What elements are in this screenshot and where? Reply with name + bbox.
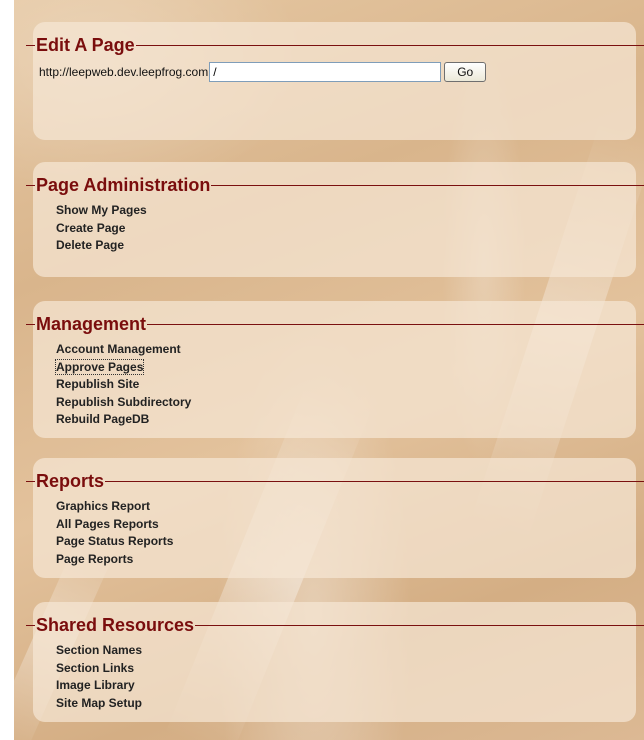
rule-line bbox=[211, 184, 644, 186]
account-management-link[interactable]: Account Management bbox=[56, 341, 191, 359]
url-prefix: http://leepweb.dev.leepfrog.com bbox=[39, 65, 209, 79]
link-label: Delete Page bbox=[56, 238, 125, 252]
republish-subdirectory-link[interactable]: Republish Subdirectory bbox=[56, 394, 191, 412]
page-administration-panel: Page Administration Show My Pages Create… bbox=[26, 162, 644, 277]
link-list: Show My Pages Create Page Delete Page bbox=[56, 202, 147, 255]
republish-site-link[interactable]: Republish Site bbox=[56, 376, 191, 394]
panel-title: Reports bbox=[36, 471, 105, 491]
image-library-link[interactable]: Image Library bbox=[56, 677, 142, 695]
rule-line bbox=[147, 323, 644, 325]
panel-header: Shared Resources bbox=[26, 614, 644, 636]
link-label: Section Names bbox=[56, 643, 143, 657]
reports-panel: Reports Graphics Report All Pages Report… bbox=[26, 458, 644, 578]
approve-pages-link[interactable]: Approve Pages bbox=[54, 358, 191, 377]
link-label: Page Status Reports bbox=[56, 534, 174, 548]
all-pages-reports-link[interactable]: All Pages Reports bbox=[56, 516, 173, 534]
panel-header: Page Administration bbox=[26, 174, 644, 196]
create-page-link[interactable]: Create Page bbox=[56, 220, 147, 238]
site-map-setup-link[interactable]: Site Map Setup bbox=[56, 695, 142, 713]
panel-header: Management bbox=[26, 313, 644, 335]
graphics-report-link[interactable]: Graphics Report bbox=[56, 498, 173, 516]
delete-page-link[interactable]: Delete Page bbox=[56, 237, 147, 255]
rule-line bbox=[195, 624, 644, 626]
rule-line bbox=[26, 480, 35, 482]
page-path-input[interactable] bbox=[209, 62, 442, 82]
rule-line bbox=[26, 44, 35, 46]
panel-title: Page Administration bbox=[36, 175, 211, 195]
panel-title: Management bbox=[36, 314, 147, 334]
section-links-link[interactable]: Section Links bbox=[56, 660, 142, 678]
edit-page-panel: Edit A Page http://leepweb.dev.leepfrog.… bbox=[26, 22, 644, 140]
link-list: Section Names Section Links Image Librar… bbox=[56, 642, 142, 712]
panel-header: Reports bbox=[26, 470, 644, 492]
panel-title: Shared Resources bbox=[36, 615, 195, 635]
link-label: All Pages Reports bbox=[56, 516, 159, 531]
link-label: Approve Pages bbox=[54, 358, 145, 375]
panel-title: Edit A Page bbox=[36, 35, 135, 55]
link-list: Graphics Report All Pages Reports Page S… bbox=[56, 498, 173, 568]
link-label: Section Links bbox=[56, 660, 135, 675]
rule-line bbox=[26, 624, 35, 626]
rule-line bbox=[105, 480, 644, 482]
url-row: http://leepweb.dev.leepfrog.com Go bbox=[39, 62, 487, 82]
rule-line bbox=[135, 44, 644, 46]
link-label: Page Reports bbox=[56, 551, 134, 566]
link-label: Show My Pages bbox=[56, 203, 147, 217]
page-reports-link[interactable]: Page Reports bbox=[56, 551, 173, 569]
link-label: Create Page bbox=[56, 220, 126, 235]
rule-line bbox=[26, 323, 35, 325]
section-names-link[interactable]: Section Names bbox=[56, 642, 142, 660]
link-label: Image Library bbox=[56, 678, 135, 692]
link-label: Republish Subdirectory bbox=[56, 394, 192, 409]
link-label: Graphics Report bbox=[56, 499, 151, 513]
rule-line bbox=[26, 184, 35, 186]
panel-header: Edit A Page bbox=[26, 34, 644, 56]
management-panel: Management Account Management Approve Pa… bbox=[26, 301, 644, 438]
link-label: Republish Site bbox=[56, 377, 140, 391]
page-status-reports-link[interactable]: Page Status Reports bbox=[56, 533, 173, 551]
show-my-pages-link[interactable]: Show My Pages bbox=[56, 202, 147, 220]
link-label: Rebuild PageDB bbox=[56, 412, 150, 426]
go-button[interactable]: Go bbox=[444, 62, 487, 82]
rebuild-pagedb-link[interactable]: Rebuild PageDB bbox=[56, 411, 191, 429]
link-label: Site Map Setup bbox=[56, 695, 143, 710]
page-background: Edit A Page http://leepweb.dev.leepfrog.… bbox=[14, 0, 644, 740]
link-label: Account Management bbox=[56, 342, 181, 356]
shared-resources-panel: Shared Resources Section Names Section L… bbox=[26, 602, 644, 722]
link-list: Account Management Approve Pages Republi… bbox=[54, 341, 191, 429]
